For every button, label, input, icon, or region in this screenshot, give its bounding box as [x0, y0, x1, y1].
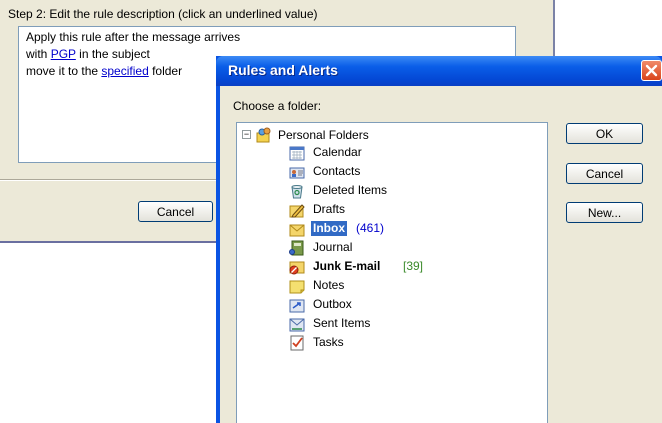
- folder-label: Calendar: [313, 145, 362, 159]
- calendar-icon: [289, 146, 305, 161]
- ok-button[interactable]: OK: [566, 123, 643, 144]
- notes-icon: [289, 280, 305, 294]
- close-icon: [645, 64, 658, 77]
- rule-line-2-post: in the subject: [75, 47, 150, 61]
- folder-label: Notes: [313, 278, 345, 292]
- folder-label: Deleted Items: [313, 183, 388, 197]
- folder-label: Outbox: [313, 297, 352, 311]
- unread-count: [39]: [403, 259, 424, 273]
- folder-label: Tasks: [313, 335, 344, 349]
- close-button[interactable]: [641, 60, 662, 81]
- wizard-cancel-button[interactable]: Cancel: [138, 201, 213, 222]
- junk-email-icon: [289, 261, 305, 275]
- rule-line-3-pre: move it to the: [26, 64, 102, 78]
- cancel-button[interactable]: Cancel: [566, 163, 643, 184]
- rules-and-alerts-dialog: Rules and Alerts Choose a folder: − Pers…: [216, 56, 662, 423]
- drafts-icon: [289, 204, 305, 218]
- personal-folders-icon: [256, 127, 271, 143]
- deleted-items-icon: [291, 185, 303, 199]
- sent-items-icon: [289, 318, 305, 332]
- folder-label-selected: Inbox: [311, 221, 347, 236]
- dialog-title: Rules and Alerts: [228, 62, 338, 78]
- rule-line-2: with PGP in the subject: [26, 47, 150, 61]
- step-label: Step 2: Edit the rule description (click…: [8, 7, 318, 21]
- pgp-link[interactable]: PGP: [51, 47, 76, 61]
- new-folder-button[interactable]: New...: [566, 202, 643, 223]
- folder-label: Drafts: [313, 202, 346, 216]
- journal-icon: [289, 240, 304, 256]
- rule-line-2-pre: with: [26, 47, 51, 61]
- unread-count: (461): [356, 221, 385, 235]
- collapse-icon[interactable]: −: [242, 130, 251, 139]
- contacts-icon: [289, 167, 305, 179]
- folder-tree[interactable]: − Personal Folders Calendar Contacts Del…: [236, 122, 548, 423]
- rule-line-3: move it to the specified folder: [26, 64, 182, 78]
- rule-line-1: Apply this rule after the message arrive…: [26, 30, 241, 44]
- folder-label: Journal: [313, 240, 353, 254]
- rule-line-3-post: folder: [148, 64, 183, 78]
- dialog-body: Choose a folder: − Personal Folders Cale…: [220, 86, 662, 423]
- title-bar[interactable]: Rules and Alerts: [216, 56, 662, 86]
- inbox-icon: [289, 224, 305, 237]
- folder-label: Junk E-mail: [313, 259, 381, 273]
- outbox-icon: [289, 299, 305, 313]
- personal-folders-label: Personal Folders: [278, 128, 369, 142]
- choose-folder-label: Choose a folder:: [233, 99, 322, 113]
- folder-label: Contacts: [313, 164, 361, 178]
- tasks-icon: [290, 335, 304, 351]
- specified-folder-link[interactable]: specified: [101, 64, 148, 78]
- folder-label: Sent Items: [313, 316, 371, 330]
